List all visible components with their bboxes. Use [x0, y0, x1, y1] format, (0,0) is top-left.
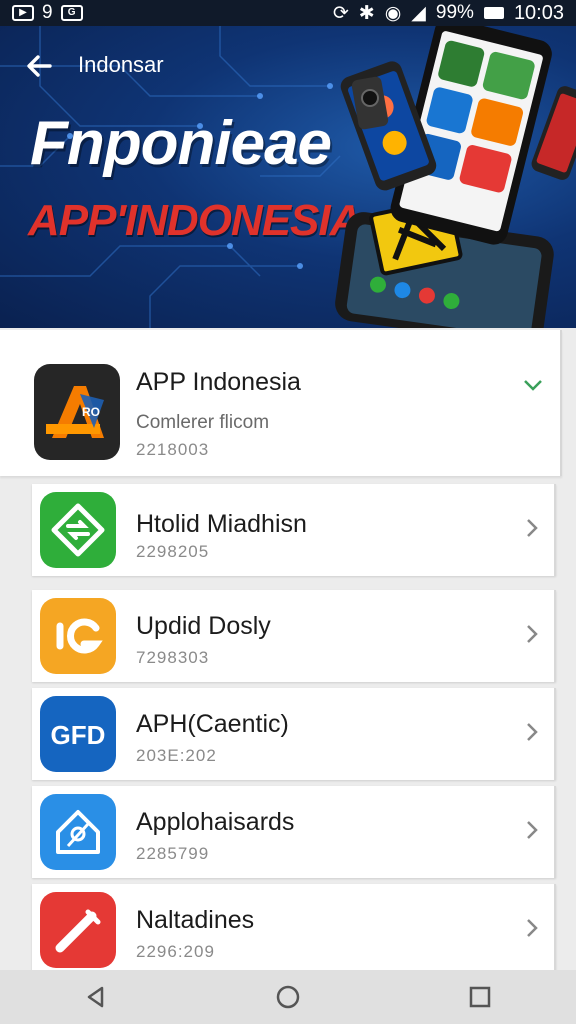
back-triangle-icon[interactable] [76, 977, 116, 1017]
app-name: Naltadines [136, 906, 255, 934]
app-name: APH(Caentic) [136, 710, 289, 738]
list-item[interactable]: GFD APH(Caentic) 203E:202 [32, 688, 556, 780]
sync-icon: ⟳ [332, 2, 349, 24]
red-pen-icon [40, 892, 116, 968]
status-left-glyph: 9 [42, 2, 53, 23]
featured-app-name: APP Indonesia [136, 368, 301, 396]
list-item[interactable]: Htolid Miadhisn 2298205 [32, 484, 556, 576]
green-arrow-icon [40, 492, 116, 568]
app-code: 7298303 [136, 648, 210, 667]
navigation-bar [0, 970, 576, 1024]
blue-house-icon [40, 794, 116, 870]
app-indonesia-logo-icon: RO [34, 364, 120, 460]
battery-percent: 99% [435, 2, 474, 23]
hero-headline: Fnponieae [30, 109, 332, 178]
app-code: 203E:202 [136, 746, 217, 765]
featured-app-subtitle: Comlerer flicom [136, 412, 270, 433]
app-name: Applohaisards [136, 808, 295, 836]
list-item[interactable]: Updid Dosly 7298303 [32, 590, 556, 682]
battery-icon [483, 7, 504, 19]
svg-text:GFD: GFD [51, 720, 106, 750]
signal-icon: ◢ [411, 2, 426, 24]
chevron-right-icon[interactable] [524, 818, 540, 849]
app-name: Htolid Miadhisn [136, 510, 307, 538]
hero-banner: Indonsar Fnponieae APP'INDONESIA [0, 26, 576, 328]
app-list: RO APP Indonesia Comlerer flicom 2218003… [0, 328, 576, 976]
home-circle-icon[interactable] [268, 977, 308, 1017]
featured-app-card[interactable]: RO APP Indonesia Comlerer flicom 2218003 [0, 330, 562, 476]
expand-chevron-icon[interactable] [522, 372, 544, 403]
notification-icon: ▶ [12, 5, 34, 21]
page-title: Indonsar [78, 52, 164, 77]
app-code: 2296:209 [136, 942, 215, 961]
chevron-right-icon[interactable] [524, 622, 540, 653]
app-code: 2298205 [136, 542, 210, 561]
status-bar: ▶ 9 G ⟳ ✱ ◉ ◢ 99% 10:03 [0, 0, 576, 26]
app-code: 2285799 [136, 844, 210, 863]
clock: 10:03 [513, 1, 564, 24]
list-item[interactable]: Naltadines 2296:209 [32, 884, 556, 976]
chevron-right-icon[interactable] [524, 916, 540, 947]
featured-app-code: 2218003 [136, 440, 210, 459]
app-notification-icon: G [60, 5, 83, 21]
recent-square-icon[interactable] [460, 977, 500, 1017]
svg-text:RO: RO [82, 405, 100, 419]
wifi-icon: ◉ [384, 2, 402, 24]
chevron-right-icon[interactable] [524, 720, 540, 751]
blue-gfd-icon: GFD [40, 696, 116, 772]
back-arrow-icon[interactable] [22, 48, 58, 84]
app-name: Updid Dosly [136, 612, 271, 640]
yellow-g-icon [40, 598, 116, 674]
phones-illustration [335, 26, 576, 328]
chevron-right-icon[interactable] [524, 516, 540, 547]
settings-icon: ✱ [358, 2, 375, 24]
list-item[interactable]: Applohaisards 2285799 [32, 786, 556, 878]
